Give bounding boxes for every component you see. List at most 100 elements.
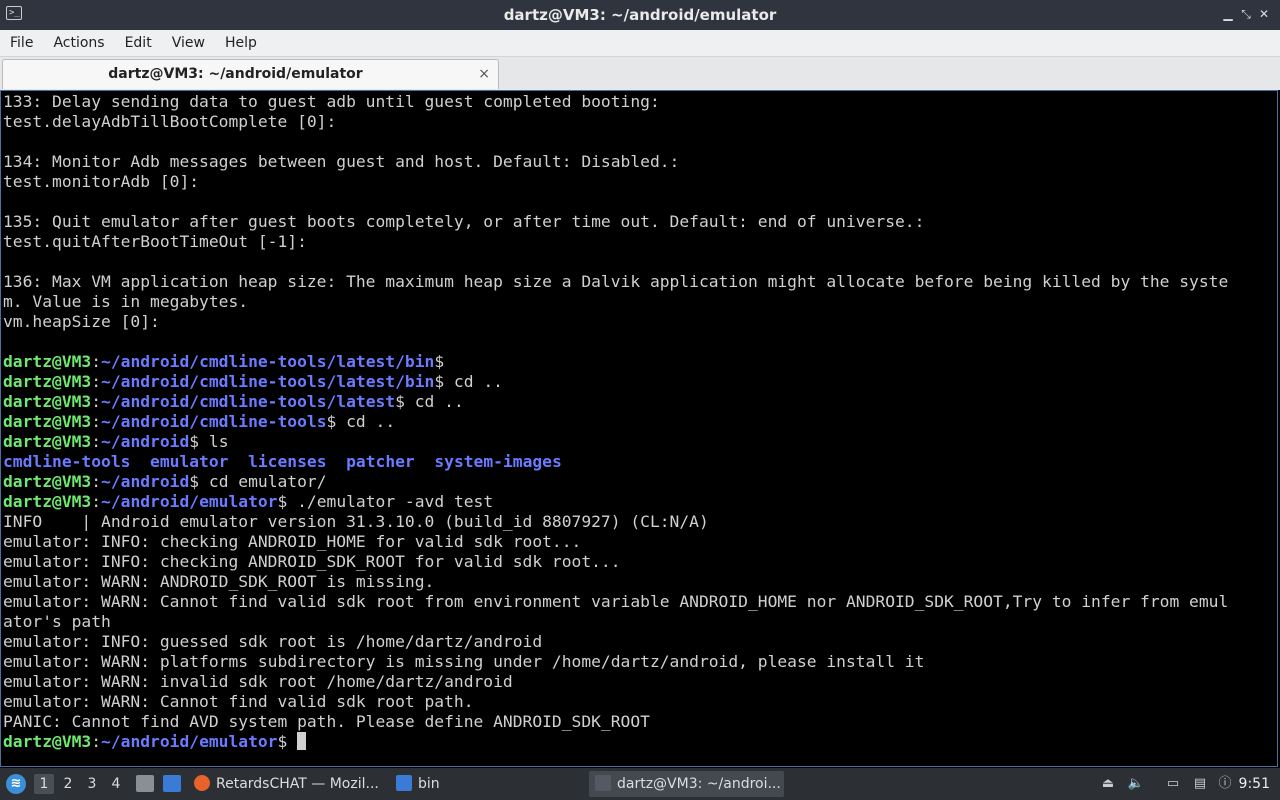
tab-close-icon[interactable]: ×: [478, 60, 490, 88]
terminal-line: m. Value is in megabytes.: [3, 292, 1277, 312]
eject-icon[interactable]: ⏏: [1099, 775, 1117, 793]
terminal-line: test.quitAfterBootTimeOut [-1]:: [3, 232, 1277, 252]
terminal-line: emulator: WARN: invalid sdk root /home/d…: [3, 672, 1277, 692]
terminal-prompt: dartz@VM3: [3, 732, 92, 751]
terminal-text: :: [91, 732, 102, 751]
task-firefox[interactable]: RetardsCHAT — Mozil...: [194, 771, 389, 797]
terminal-text: test.quitAfterBootTimeOut [-1]:: [3, 232, 307, 251]
restore-button[interactable]: ⤡: [1238, 6, 1254, 22]
terminal-text: 133: Delay sending data to guest adb unt…: [3, 92, 660, 111]
terminal-line: test.monitorAdb [0]:: [3, 172, 1277, 192]
tab-bar: dartz@VM3: ~/android/emulator ×: [0, 57, 1280, 90]
terminal-text: $ ls: [189, 432, 229, 451]
terminal-line: dartz@VM3:~/android/cmdline-tools/latest…: [3, 372, 1277, 392]
terminal-path: ~/android: [101, 472, 190, 491]
terminal-line: emulator: WARN: Cannot find valid sdk ro…: [3, 692, 1277, 712]
terminal-line: emulator: INFO: checking ANDROID_SDK_ROO…: [3, 552, 1277, 572]
task-terminal[interactable]: dartz@VM3: ~/androi...: [589, 771, 784, 797]
workspace-3[interactable]: 3: [82, 774, 102, 794]
menu-actions[interactable]: Actions: [43, 30, 114, 56]
workspace-4[interactable]: 4: [106, 774, 126, 794]
terminal-text: vm.heapSize [0]:: [3, 312, 160, 331]
window-title: dartz@VM3: ~/android/emulator: [503, 6, 777, 24]
terminal-line: dartz@VM3:~/android/emulator$: [3, 732, 1277, 752]
menu-help[interactable]: Help: [215, 30, 267, 56]
terminal-text: :: [91, 492, 102, 511]
show-desktop-icon[interactable]: [163, 775, 181, 792]
task-file-manager[interactable]: bin: [396, 771, 581, 797]
terminal-prompt: dartz@VM3: [3, 492, 92, 511]
terminal-text: :: [91, 432, 102, 451]
terminal-cursor: [297, 732, 307, 750]
menu-view[interactable]: View: [162, 30, 215, 56]
terminal-text: test.monitorAdb [0]:: [3, 172, 200, 191]
taskbar: ≋ 1 2 3 4 RetardsCHAT — Mozil... bin dar…: [0, 768, 1280, 800]
terminal-line: emulator: INFO: checking ANDROID_HOME fo…: [3, 532, 1277, 552]
terminal-line: vm.heapSize [0]:: [3, 312, 1277, 332]
start-menu-icon[interactable]: ≋: [6, 774, 26, 794]
terminal-path: ~/android/cmdline-tools/latest/bin: [101, 352, 435, 371]
terminal-text: ator's path: [3, 612, 111, 631]
terminal-text: emulator: INFO: checking ANDROID_HOME fo…: [3, 532, 582, 551]
terminal-prompt: dartz@VM3: [3, 412, 92, 431]
volume-icon[interactable]: 🔈: [1127, 775, 1145, 793]
terminal-line: emulator: WARN: Cannot find valid sdk ro…: [3, 592, 1277, 612]
terminal-line: 135: Quit emulator after guest boots com…: [3, 212, 1277, 232]
terminal-text: :: [91, 472, 102, 491]
tab-label: dartz@VM3: ~/android/emulator: [108, 66, 363, 82]
terminal-prompt: dartz@VM3: [3, 472, 92, 491]
workspace-1[interactable]: 1: [34, 774, 54, 794]
terminal-dir: patcher: [346, 452, 415, 471]
terminal-text: :: [91, 352, 102, 371]
terminal-line: dartz@VM3:~/android$ cd emulator/: [3, 472, 1277, 492]
task-firefox-label: RetardsCHAT — Mozil...: [216, 776, 379, 792]
menu-edit[interactable]: Edit: [115, 30, 162, 56]
terminal-line: dartz@VM3:~/android/cmdline-tools$ cd ..: [3, 412, 1277, 432]
terminal-dir: system-images: [434, 452, 562, 471]
terminal-text: :: [91, 392, 102, 411]
terminal-text: :: [91, 412, 102, 431]
window-titlebar[interactable]: >_ dartz@VM3: ~/android/emulator ▁ ⤡ ✕: [0, 0, 1280, 30]
terminal-text: :: [91, 372, 102, 391]
notification-icon[interactable]: ⓘ: [1216, 775, 1234, 793]
terminal-line: ator's path: [3, 612, 1277, 632]
terminal-line: PANIC: Cannot find AVD system path. Plea…: [3, 712, 1277, 732]
terminal-text: emulator: WARN: ANDROID_SDK_ROOT is miss…: [3, 572, 435, 591]
terminal-text: $: [277, 732, 298, 751]
terminal-text: emulator: WARN: Cannot find valid sdk ro…: [3, 592, 1229, 611]
terminal-text: $ ./emulator -avd test: [277, 492, 494, 511]
task-file-manager-label: bin: [418, 776, 440, 792]
terminal-text: test.delayAdbTillBootComplete [0]:: [3, 112, 337, 131]
terminal-line: 136: Max VM application heap size: The m…: [3, 272, 1277, 292]
terminal-text: $ cd emulator/: [189, 472, 327, 491]
terminal-text: emulator: INFO: guessed sdk root is /hom…: [3, 632, 543, 651]
file-manager-quicklaunch-icon[interactable]: [136, 775, 154, 792]
terminal-path: ~/android/cmdline-tools: [101, 412, 327, 431]
terminal-line: emulator: INFO: guessed sdk root is /hom…: [3, 632, 1277, 652]
terminal-text: 136: Max VM application heap size: The m…: [3, 272, 1229, 291]
minimize-button[interactable]: ▁: [1220, 6, 1236, 22]
tab-terminal[interactable]: dartz@VM3: ~/android/emulator ×: [2, 59, 499, 89]
clipboard-icon[interactable]: ▤: [1191, 775, 1209, 793]
close-button[interactable]: ✕: [1256, 6, 1272, 22]
network-icon[interactable]: ▭: [1164, 775, 1182, 793]
terminal-text: emulator: WARN: invalid sdk root /home/d…: [3, 672, 513, 691]
menu-file[interactable]: File: [0, 30, 43, 56]
workspace-2[interactable]: 2: [58, 774, 78, 794]
firefox-icon: [194, 775, 210, 791]
task-terminal-label: dartz@VM3: ~/androi...: [617, 776, 781, 792]
folder-icon: [396, 775, 412, 791]
terminal-output[interactable]: 133: Delay sending data to guest adb unt…: [0, 90, 1278, 767]
terminal-text: INFO | Android emulator version 31.3.10.…: [3, 512, 709, 531]
terminal-line: dartz@VM3:~/android/emulator$ ./emulator…: [3, 492, 1277, 512]
terminal-dir: cmdline-tools: [3, 452, 131, 471]
terminal-prompt: dartz@VM3: [3, 352, 92, 371]
terminal-line: INFO | Android emulator version 31.3.10.…: [3, 512, 1277, 532]
terminal-line: test.delayAdbTillBootComplete [0]:: [3, 112, 1277, 132]
